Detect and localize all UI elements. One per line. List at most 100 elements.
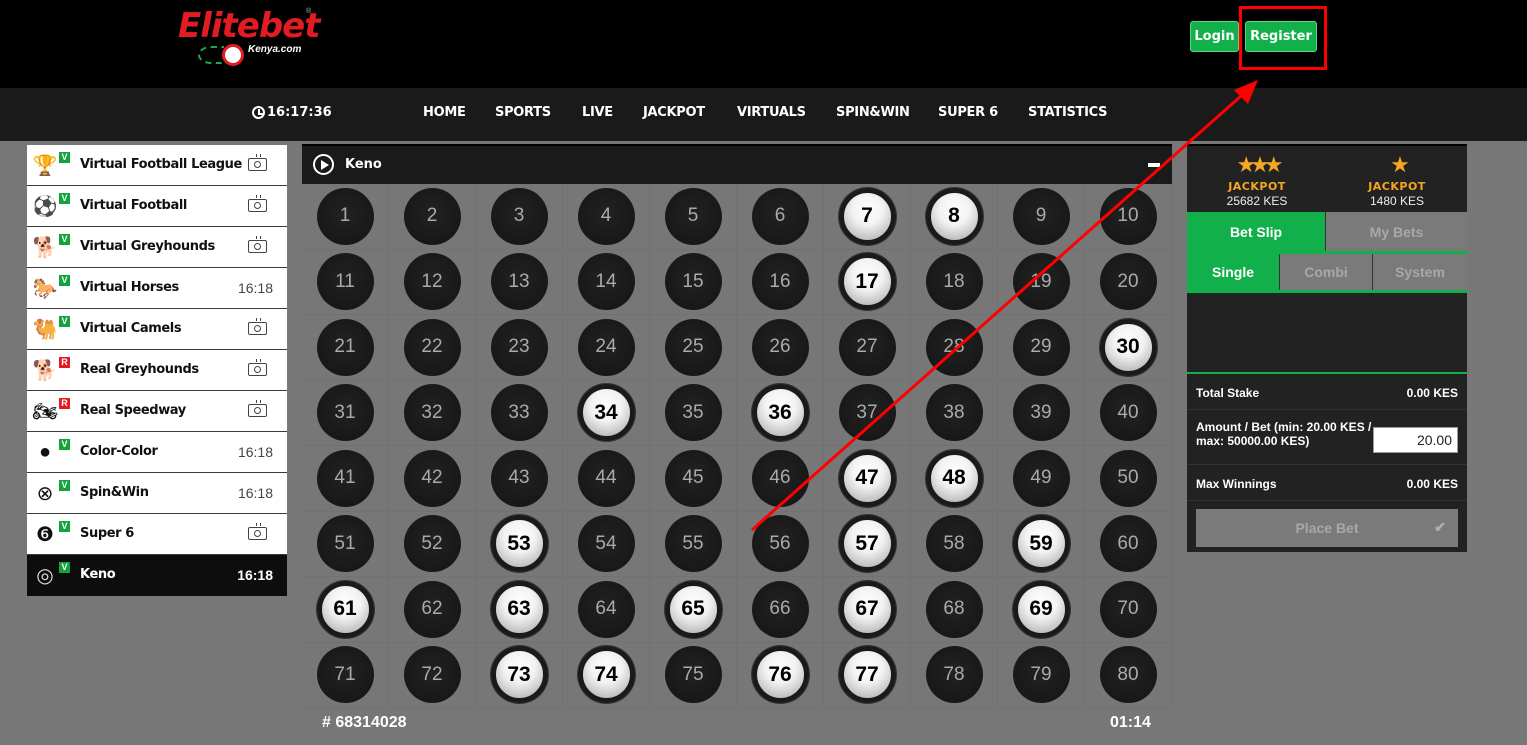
keno-ball[interactable]: 6 <box>751 187 809 245</box>
keno-ball-drawn[interactable]: 65 <box>664 580 722 638</box>
keno-ball[interactable]: 11 <box>316 253 374 311</box>
sidebar-item-spin-win[interactable]: ⊗ V Spin&Win 16:18 <box>27 473 287 514</box>
keno-ball-drawn[interactable]: 69 <box>1012 580 1070 638</box>
keno-ball[interactable]: 4 <box>577 187 635 245</box>
sidebar-item-virtual-horses[interactable]: 🐎 V Virtual Horses 16:18 <box>27 268 287 309</box>
keno-ball[interactable]: 32 <box>403 384 461 442</box>
keno-ball-drawn[interactable]: 59 <box>1012 515 1070 573</box>
keno-ball[interactable]: 12 <box>403 253 461 311</box>
minimize-icon[interactable] <box>1148 163 1160 167</box>
keno-ball[interactable]: 56 <box>751 515 809 573</box>
keno-ball[interactable]: 31 <box>316 384 374 442</box>
keno-ball[interactable]: 80 <box>1099 646 1157 704</box>
keno-ball[interactable]: 64 <box>577 580 635 638</box>
keno-ball[interactable]: 78 <box>925 646 983 704</box>
keno-ball[interactable]: 21 <box>316 318 374 376</box>
nav-live[interactable]: LIVE <box>582 105 613 120</box>
keno-ball-drawn[interactable]: 47 <box>838 449 896 507</box>
keno-ball[interactable]: 49 <box>1012 449 1070 507</box>
tab-bet-slip[interactable]: Bet Slip <box>1187 212 1326 251</box>
nav-sports[interactable]: SPORTS <box>495 105 551 120</box>
keno-ball[interactable]: 24 <box>577 318 635 376</box>
elitebet-logo[interactable]: Elitebet ® Kenya.com <box>178 6 320 68</box>
keno-ball[interactable]: 35 <box>664 384 722 442</box>
keno-ball-drawn[interactable]: 74 <box>577 646 635 704</box>
keno-ball[interactable]: 25 <box>664 318 722 376</box>
nav-virtuals[interactable]: VIRTUALS <box>737 105 806 120</box>
keno-ball[interactable]: 37 <box>838 384 896 442</box>
register-button[interactable]: Register <box>1245 21 1317 52</box>
tab-my-bets[interactable]: My Bets <box>1326 212 1467 251</box>
keno-ball[interactable]: 72 <box>403 646 461 704</box>
keno-ball[interactable]: 9 <box>1012 187 1070 245</box>
keno-ball[interactable]: 16 <box>751 253 809 311</box>
play-icon[interactable] <box>313 154 334 175</box>
keno-ball[interactable]: 62 <box>403 580 461 638</box>
keno-ball[interactable]: 79 <box>1012 646 1070 704</box>
keno-ball[interactable]: 44 <box>577 449 635 507</box>
keno-ball[interactable]: 41 <box>316 449 374 507</box>
keno-ball[interactable]: 14 <box>577 253 635 311</box>
keno-ball-drawn[interactable]: 36 <box>751 384 809 442</box>
keno-ball[interactable]: 52 <box>403 515 461 573</box>
keno-ball[interactable]: 22 <box>403 318 461 376</box>
keno-ball[interactable]: 66 <box>751 580 809 638</box>
tab-combi[interactable]: Combi <box>1280 254 1373 290</box>
nav-super6[interactable]: SUPER 6 <box>938 105 998 120</box>
keno-ball[interactable]: 18 <box>925 253 983 311</box>
keno-ball-drawn[interactable]: 30 <box>1099 318 1157 376</box>
keno-ball[interactable]: 2 <box>403 187 461 245</box>
amount-per-bet-input[interactable] <box>1373 427 1458 453</box>
keno-ball[interactable]: 27 <box>838 318 896 376</box>
sidebar-item-real-greyhounds[interactable]: 🐕 R Real Greyhounds <box>27 350 287 391</box>
keno-ball[interactable]: 55 <box>664 515 722 573</box>
keno-ball[interactable]: 33 <box>490 384 548 442</box>
sidebar-item-virtual-camels[interactable]: 🐫 V Virtual Camels <box>27 309 287 350</box>
keno-ball[interactable]: 71 <box>316 646 374 704</box>
keno-ball-drawn[interactable]: 76 <box>751 646 809 704</box>
keno-ball[interactable]: 45 <box>664 449 722 507</box>
keno-ball-drawn[interactable]: 7 <box>838 187 896 245</box>
keno-ball[interactable]: 15 <box>664 253 722 311</box>
keno-ball[interactable]: 29 <box>1012 318 1070 376</box>
keno-ball[interactable]: 20 <box>1099 253 1157 311</box>
sidebar-item-virtual-football[interactable]: ⚽ V Virtual Football <box>27 186 287 227</box>
keno-ball[interactable]: 68 <box>925 580 983 638</box>
keno-ball-drawn[interactable]: 63 <box>490 580 548 638</box>
sidebar-item-virtual-football-league[interactable]: 🏆 V Virtual Football League <box>27 145 287 186</box>
place-bet-button[interactable]: Place Bet ✔ <box>1196 509 1458 547</box>
nav-home[interactable]: HOME <box>423 105 466 120</box>
keno-ball[interactable]: 46 <box>751 449 809 507</box>
nav-spin-win[interactable]: SPIN&WIN <box>836 105 910 120</box>
keno-ball[interactable]: 28 <box>925 318 983 376</box>
keno-ball[interactable]: 43 <box>490 449 548 507</box>
keno-ball[interactable]: 54 <box>577 515 635 573</box>
tab-system[interactable]: System <box>1373 254 1467 290</box>
keno-ball[interactable]: 26 <box>751 318 809 376</box>
sidebar-item-real-speedway[interactable]: 🏍 R Real Speedway <box>27 391 287 432</box>
keno-ball[interactable]: 40 <box>1099 384 1157 442</box>
keno-ball[interactable]: 5 <box>664 187 722 245</box>
keno-ball[interactable]: 39 <box>1012 384 1070 442</box>
sidebar-item-virtual-greyhounds[interactable]: 🐕 V Virtual Greyhounds <box>27 227 287 268</box>
nav-statistics[interactable]: STATISTICS <box>1028 105 1108 120</box>
nav-jackpot[interactable]: JACKPOT <box>643 105 705 120</box>
keno-ball-drawn[interactable]: 61 <box>316 580 374 638</box>
keno-ball-drawn[interactable]: 57 <box>838 515 896 573</box>
keno-ball[interactable]: 1 <box>316 187 374 245</box>
keno-ball-drawn[interactable]: 17 <box>838 253 896 311</box>
keno-ball-drawn[interactable]: 53 <box>490 515 548 573</box>
keno-ball[interactable]: 70 <box>1099 580 1157 638</box>
keno-ball-drawn[interactable]: 73 <box>490 646 548 704</box>
keno-ball-drawn[interactable]: 34 <box>577 384 635 442</box>
keno-ball[interactable]: 10 <box>1099 187 1157 245</box>
login-button[interactable]: Login <box>1190 21 1239 52</box>
keno-ball[interactable]: 51 <box>316 515 374 573</box>
keno-ball[interactable]: 42 <box>403 449 461 507</box>
keno-ball[interactable]: 75 <box>664 646 722 704</box>
keno-ball-drawn[interactable]: 48 <box>925 449 983 507</box>
keno-ball[interactable]: 3 <box>490 187 548 245</box>
keno-ball[interactable]: 58 <box>925 515 983 573</box>
keno-ball[interactable]: 50 <box>1099 449 1157 507</box>
sidebar-item-keno[interactable]: ◎ V Keno 16:18 <box>27 555 287 596</box>
